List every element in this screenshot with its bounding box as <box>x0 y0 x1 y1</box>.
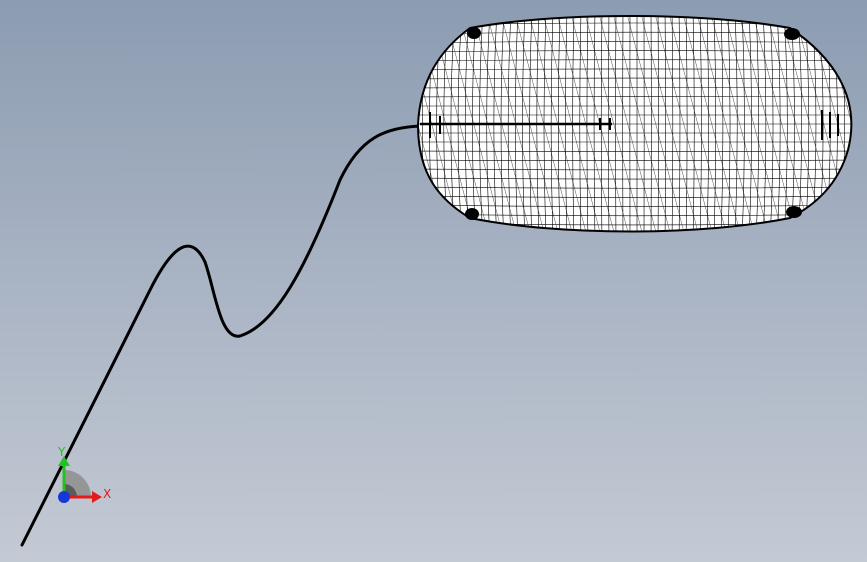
triad-x-arrowhead <box>92 491 102 503</box>
cad-graphics-viewport[interactable]: X Y <box>0 0 867 562</box>
triad-y-label: Y <box>57 445 66 459</box>
reference-triad[interactable]: X Y <box>57 445 111 503</box>
vessel-fillet-bottom-right <box>786 206 802 218</box>
vessel-fillet-bottom-left <box>465 208 479 220</box>
vessel-fillet-top-left <box>467 27 481 39</box>
meshed-vessel-body[interactable] <box>360 10 867 240</box>
model-scene[interactable]: X Y <box>0 0 867 562</box>
triad-x-label: X <box>103 487 111 501</box>
vessel-fillet-top-right <box>784 28 800 40</box>
triad-z-axis-dot <box>58 491 70 503</box>
